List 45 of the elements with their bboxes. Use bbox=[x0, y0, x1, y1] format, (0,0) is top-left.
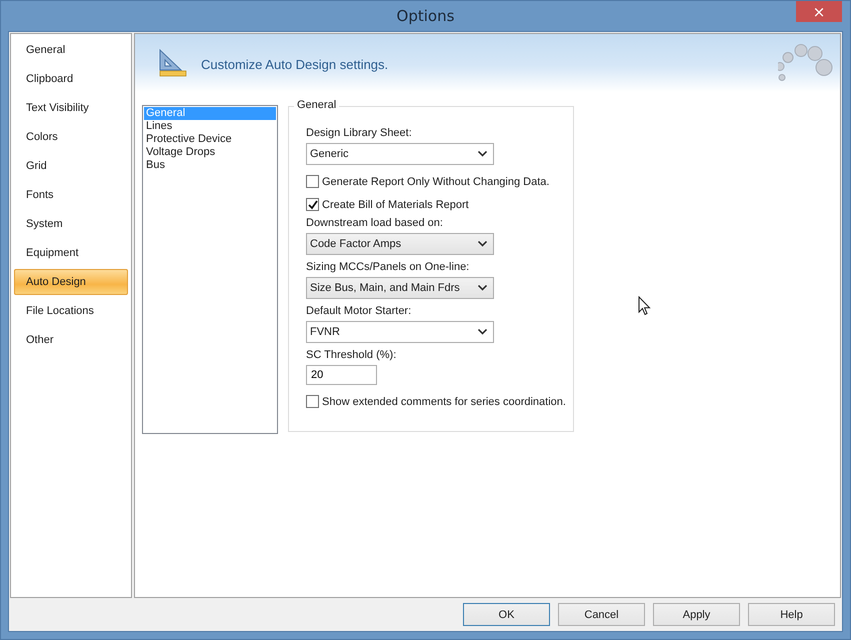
sidebar-item[interactable]: Fonts bbox=[14, 182, 128, 208]
checkbox-label: Create Bill of Materials Report bbox=[322, 198, 469, 210]
sidebar-item[interactable]: Auto Design bbox=[14, 269, 128, 295]
dialog-button[interactable]: Help bbox=[748, 603, 835, 626]
checkbox-label: Generate Report Only Without Changing Data. bbox=[322, 176, 550, 188]
checkbox-label: Show extended comments for series coordination. bbox=[322, 396, 566, 408]
sidebar-item[interactable]: Text Visibility bbox=[14, 95, 128, 121]
field-label: SC Threshold (%): bbox=[306, 348, 398, 362]
sidebar-item[interactable]: Clipboard bbox=[14, 66, 128, 92]
close-button[interactable]: × bbox=[796, 1, 842, 22]
sidebar-item[interactable]: File Locations bbox=[14, 298, 128, 324]
dialog-button[interactable]: Apply bbox=[653, 603, 740, 626]
sidebar-item[interactable]: General bbox=[14, 37, 128, 63]
group-title: General bbox=[294, 99, 340, 111]
field-label: Design Library Sheet: bbox=[306, 126, 413, 140]
category-item[interactable]: Protective Device bbox=[144, 133, 276, 146]
dropdown[interactable]: Code Factor Amps bbox=[306, 233, 494, 255]
field-label: Default Motor Starter: bbox=[306, 304, 412, 318]
dropdown[interactable]: Generic bbox=[306, 143, 494, 165]
category-item[interactable]: Voltage Drops bbox=[144, 146, 276, 159]
sidebar-item[interactable]: Equipment bbox=[14, 240, 128, 266]
checkbox[interactable] bbox=[306, 198, 319, 211]
dropdown[interactable]: Size Bus, Main, and Main Fdrs bbox=[306, 277, 494, 299]
field-label: Downstream load based on: bbox=[306, 216, 444, 230]
chevron-down-icon bbox=[478, 329, 487, 335]
window-title: Options bbox=[396, 7, 454, 25]
sidebar-item[interactable]: Colors bbox=[14, 124, 128, 150]
set-square-ruler-icon bbox=[157, 48, 187, 78]
sidebar-item[interactable]: System bbox=[14, 211, 128, 237]
dialog-button[interactable]: Cancel bbox=[558, 603, 645, 626]
mouse-pointer-icon bbox=[638, 296, 651, 316]
field-label: Sizing MCCs/Panels on One-line: bbox=[306, 260, 470, 274]
category-item[interactable]: Bus bbox=[144, 159, 276, 172]
dialog-button[interactable]: OK bbox=[463, 603, 550, 626]
checkbox[interactable] bbox=[306, 175, 319, 188]
category-item[interactable]: Lines bbox=[144, 120, 276, 133]
sidebar-item[interactable]: Grid bbox=[14, 153, 128, 179]
chevron-down-icon bbox=[478, 241, 487, 247]
sidebar-item[interactable]: Other bbox=[14, 327, 128, 353]
input-field[interactable]: 20 bbox=[306, 365, 377, 385]
header-text: Customize Auto Design settings. bbox=[201, 56, 388, 72]
chevron-down-icon bbox=[478, 151, 487, 157]
checkbox[interactable] bbox=[306, 395, 319, 408]
dropdown[interactable]: FVNR bbox=[306, 321, 494, 343]
chevron-down-icon bbox=[478, 285, 487, 291]
